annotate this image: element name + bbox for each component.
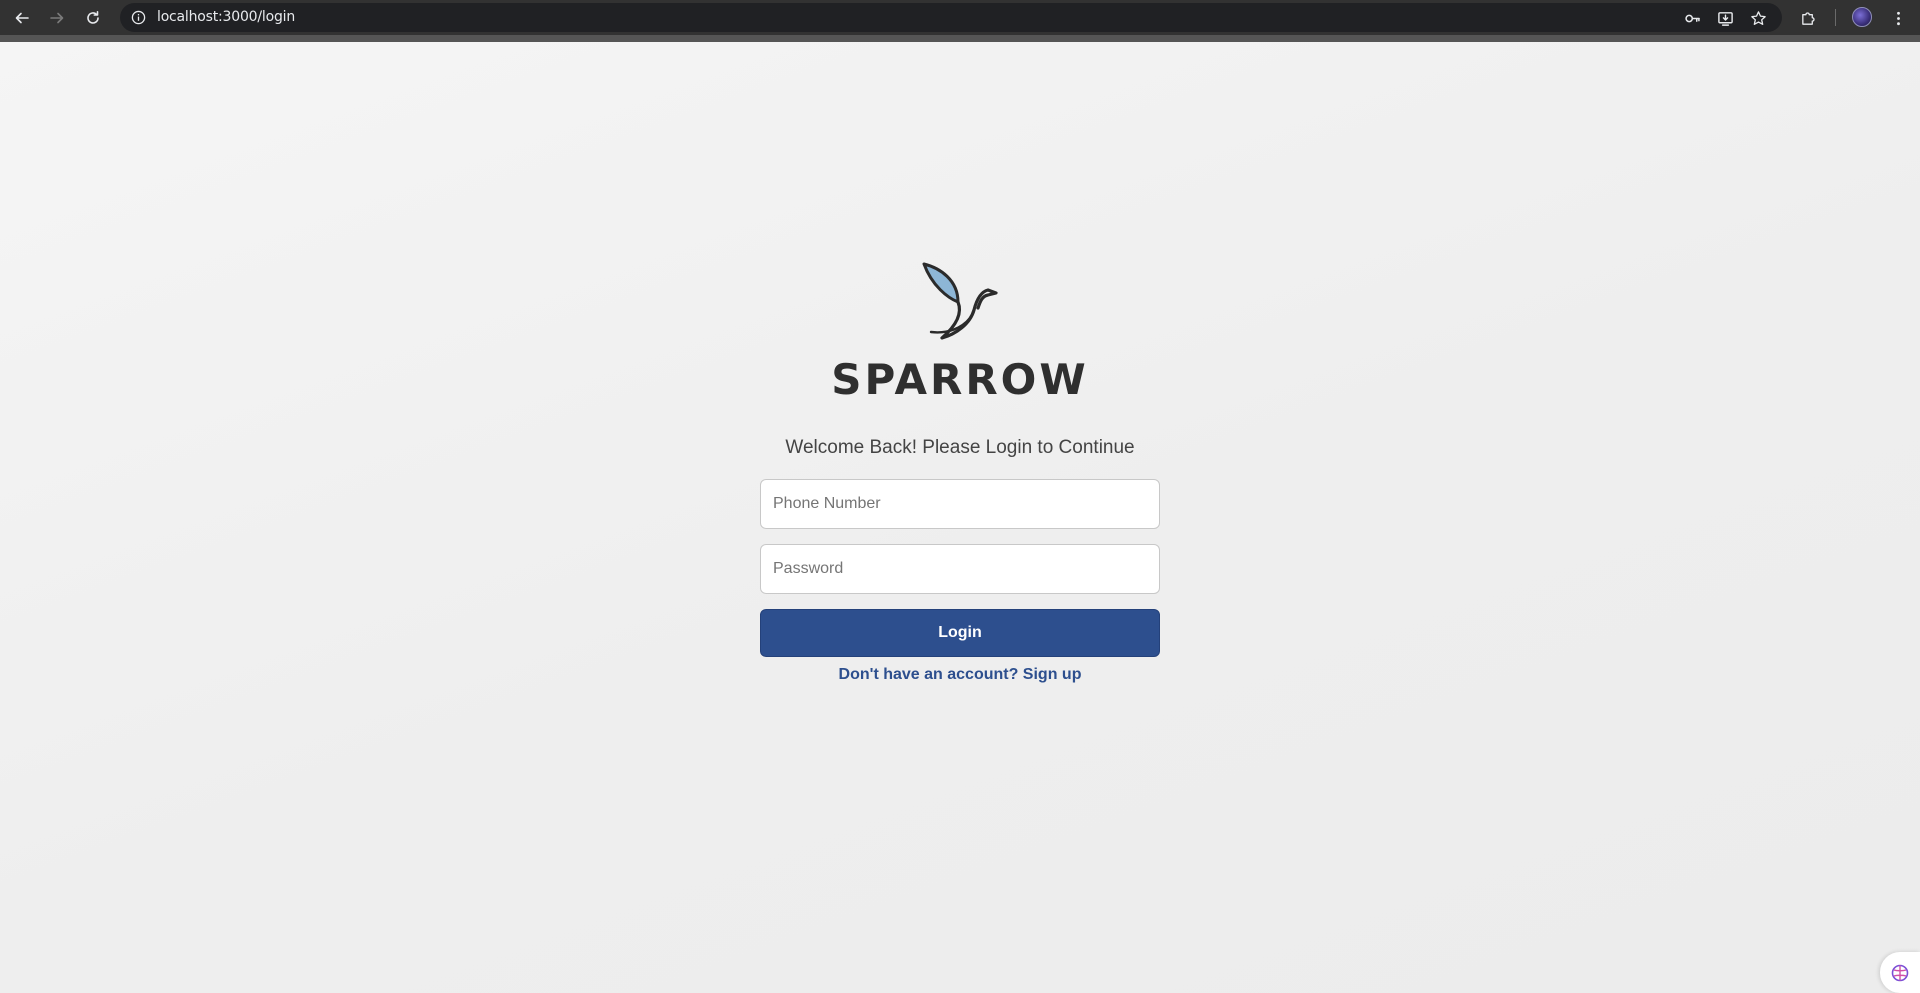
extensions-button[interactable] <box>1796 6 1820 30</box>
brain-icon <box>1891 964 1909 981</box>
signup-link[interactable]: Don't have an account? Sign up <box>760 665 1160 685</box>
site-info-button[interactable] <box>130 9 147 26</box>
login-button[interactable]: Login <box>760 609 1160 657</box>
more-vert-icon <box>1896 11 1900 25</box>
key-icon <box>1684 14 1700 22</box>
sparrow-logo-icon <box>922 262 998 340</box>
phone-number-input[interactable] <box>760 479 1160 529</box>
password-manager-button[interactable] <box>1682 8 1702 28</box>
install-app-icon <box>1717 11 1733 26</box>
reload-button[interactable] <box>81 6 105 30</box>
toolbar-divider <box>1835 9 1836 26</box>
browser-toolbar: localhost:3000/login <box>0 0 1920 42</box>
puzzle-icon <box>1801 11 1815 25</box>
floating-assistant-button[interactable] <box>1880 952 1920 993</box>
forward-button[interactable] <box>45 6 69 30</box>
profile-avatar[interactable] <box>1852 7 1872 27</box>
browser-toolbar-bar: localhost:3000/login <box>0 0 1920 35</box>
arrow-right-icon <box>50 12 64 24</box>
install-app-button[interactable] <box>1715 8 1735 28</box>
address-bar[interactable]: localhost:3000/login <box>120 3 1782 32</box>
welcome-message: Welcome Back! Please Login to Continue <box>785 437 1135 458</box>
reload-icon <box>87 11 99 24</box>
browser-menu-button[interactable] <box>1886 6 1910 30</box>
arrow-left-icon <box>15 12 29 24</box>
password-input[interactable] <box>760 544 1160 594</box>
brand-title: SPARROW <box>831 355 1089 404</box>
url-text[interactable]: localhost:3000/login <box>157 9 295 26</box>
bookmark-button[interactable] <box>1748 8 1768 28</box>
info-icon <box>131 10 146 25</box>
back-button[interactable] <box>10 6 34 30</box>
star-icon <box>1750 10 1766 25</box>
